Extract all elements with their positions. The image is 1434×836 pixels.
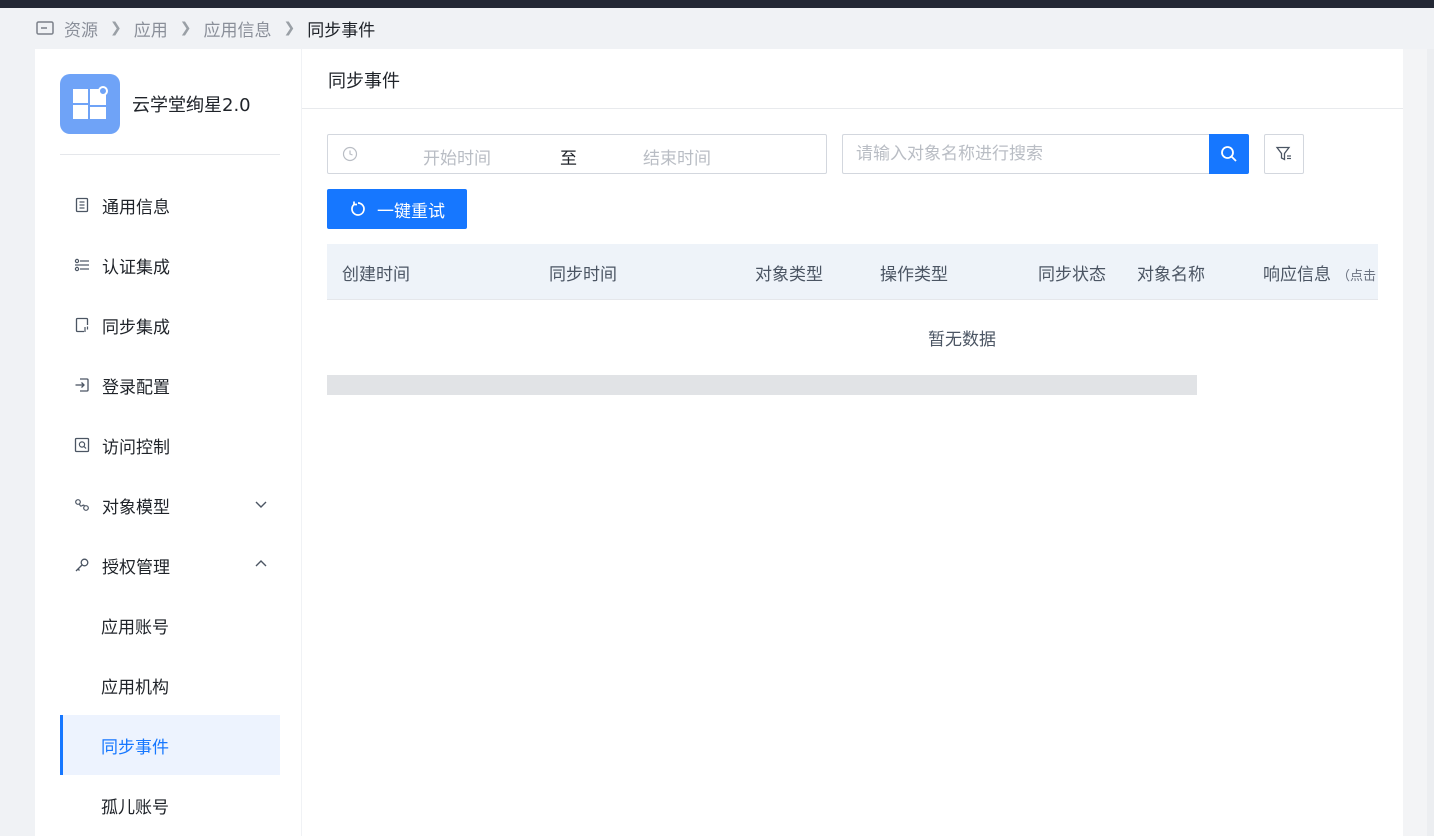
column-hint: （点击 — [1337, 269, 1377, 284]
retry-all-button[interactable]: 一键重试 — [327, 189, 467, 229]
chevron-right-icon: ❯ — [283, 20, 296, 36]
column-response-info-label: 响应信息 — [1263, 265, 1331, 285]
sidebar-item-label: 认证集成 — [102, 257, 170, 278]
sidebar-item-sync-events[interactable]: 同步事件 — [60, 715, 280, 775]
sidebar-item-login-config[interactable]: 登录配置 — [60, 355, 280, 415]
clock-icon — [342, 146, 358, 162]
date-range-picker[interactable]: 开始时间 至 结束时间 — [327, 134, 827, 174]
sync-file-icon — [75, 317, 89, 333]
sidebar-item-label: 对象模型 — [102, 497, 170, 518]
chevron-right-icon: ❯ — [110, 20, 122, 36]
refresh-icon — [351, 201, 365, 216]
chevron-down-icon[interactable] — [254, 497, 268, 511]
sliders-icon — [74, 258, 89, 272]
sidebar-item-general-info[interactable]: 通用信息 — [60, 175, 280, 235]
sidebar: 云学堂绚星2.0 通用信息 认证集成 同步集成 登录配置 访问控制 对象模型 授… — [35, 49, 301, 836]
filter-icon — [1275, 146, 1291, 161]
breadcrumb-app-info[interactable]: 应用信息 — [203, 16, 271, 41]
sidebar-item-authorization[interactable]: 授权管理 — [60, 535, 280, 595]
search-input[interactable]: 请输入对象名称进行搜索 — [842, 134, 1210, 174]
sidebar-item-label: 同步事件 — [101, 737, 169, 758]
sidebar-item-app-orgs[interactable]: 应用机构 — [60, 655, 280, 715]
sidebar-item-label: 应用机构 — [101, 677, 169, 698]
sidebar-item-access-control[interactable]: 访问控制 — [60, 415, 280, 475]
chevron-right-icon: ❯ — [179, 20, 192, 36]
sidebar-item-label: 登录配置 — [102, 377, 170, 398]
window-top-bar — [0, 0, 1434, 8]
retry-all-label: 一键重试 — [377, 201, 445, 222]
search-button[interactable] — [1209, 134, 1249, 174]
document-icon — [75, 197, 89, 213]
table-header: 创建时间 同步时间 对象类型 操作类型 同步状态 对象名称 响应信息 （点击 — [327, 244, 1378, 300]
key-icon — [75, 558, 89, 572]
sidebar-item-app-accounts[interactable]: 应用账号 — [60, 595, 280, 655]
start-time-input[interactable]: 开始时间 — [423, 144, 491, 169]
sidebar-item-label: 同步集成 — [102, 317, 170, 338]
model-icon — [75, 499, 89, 511]
sidebar-item-auth-integration[interactable]: 认证集成 — [60, 235, 280, 295]
access-control-icon — [74, 437, 90, 453]
breadcrumb: 资源 ❯ 应用 ❯ 应用信息 ❯ 同步事件 — [36, 8, 375, 48]
end-time-input[interactable]: 结束时间 — [643, 144, 711, 169]
main-panel: 同步事件 开始时间 至 结束时间 请输入对象名称进行搜索 一键重试 创建时间 同… — [302, 49, 1403, 836]
title-divider — [302, 108, 1403, 109]
column-object-name[interactable]: 对象名称 — [1137, 260, 1205, 285]
breadcrumb-applications[interactable]: 应用 — [134, 16, 168, 41]
chevron-up-icon[interactable] — [254, 557, 268, 571]
breadcrumb-resources[interactable]: 资源 — [64, 16, 98, 41]
app-header: 云学堂绚星2.0 — [60, 74, 251, 134]
date-range-separator: 至 — [560, 149, 577, 169]
login-icon — [75, 378, 89, 392]
column-operation-type[interactable]: 操作类型 — [880, 260, 948, 285]
sidebar-item-label: 孤儿账号 — [101, 797, 169, 818]
column-object-type[interactable]: 对象类型 — [755, 260, 823, 285]
app-logo-icon — [73, 86, 108, 119]
sidebar-item-label: 应用账号 — [101, 617, 169, 638]
sidebar-item-object-model[interactable]: 对象模型 — [60, 475, 280, 535]
breadcrumb-current: 同步事件 — [307, 20, 376, 41]
vertical-scrollbar[interactable] — [1427, 49, 1434, 836]
app-name: 云学堂绚星2.0 — [132, 95, 251, 116]
app-logo — [60, 74, 120, 134]
filter-button[interactable] — [1264, 134, 1304, 174]
sidebar-item-sync-integration[interactable]: 同步集成 — [60, 295, 280, 355]
horizontal-scrollbar[interactable] — [327, 375, 1197, 395]
page-title: 同步事件 — [328, 71, 400, 92]
sidebar-item-label: 通用信息 — [102, 197, 170, 218]
right-gutter — [1403, 49, 1434, 836]
sidebar-divider — [60, 154, 280, 155]
resource-icon[interactable] — [36, 20, 54, 36]
sidebar-item-label: 访问控制 — [102, 437, 170, 458]
sidebar-item-orphan-accounts[interactable]: 孤儿账号 — [60, 775, 280, 835]
column-sync-time[interactable]: 同步时间 — [549, 260, 617, 285]
sidebar-item-label: 授权管理 — [102, 557, 170, 578]
empty-state-text: 暂无数据 — [928, 330, 996, 350]
column-sync-status[interactable]: 同步状态 — [1038, 260, 1106, 285]
column-response-info[interactable]: 响应信息 （点击 — [1263, 260, 1376, 285]
column-created-time[interactable]: 创建时间 — [342, 260, 410, 285]
search-icon — [1221, 146, 1237, 162]
